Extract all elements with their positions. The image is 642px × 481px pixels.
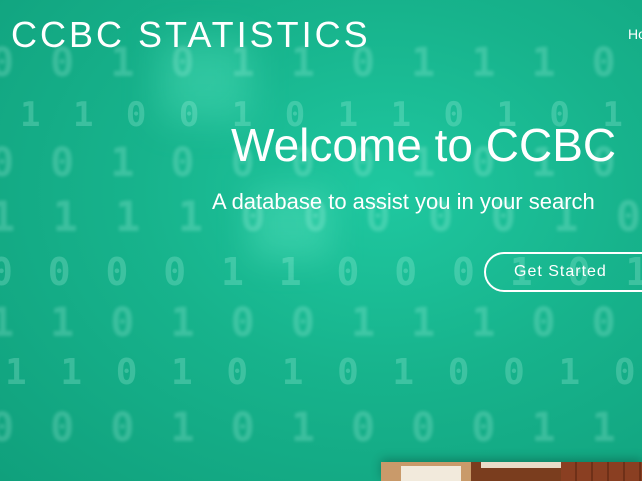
hero-section: 0 0 1 0 1 1 0 1 1 1 0 0 1 1 0 0 1 1 0 0 … <box>0 0 642 481</box>
hero-subtitle: A database to assist you in your search <box>212 189 595 214</box>
nav-item-home[interactable]: Ho <box>628 26 642 42</box>
photo-brick-wall <box>561 462 642 481</box>
photo-panel <box>401 466 461 481</box>
binary-row: 0 0 0 1 0 1 0 0 0 1 1 0 1 0 0 1 <box>0 405 642 451</box>
hero-title: Welcome to CCBC <box>231 119 617 171</box>
binary-background-pattern: 0 0 1 0 1 1 0 1 1 1 0 0 1 1 0 0 1 1 0 0 … <box>0 0 642 481</box>
binary-row: 1 1 0 1 0 0 1 1 1 0 0 0 1 0 0 1 <box>0 300 642 346</box>
get-started-button[interactable]: Get Started <box>484 252 642 292</box>
site-logo[interactable]: CCBC STATISTICS <box>11 14 371 56</box>
room-photo <box>381 462 642 481</box>
photo-light <box>481 462 561 468</box>
binary-row: 1 1 0 1 0 1 0 1 0 0 1 0 1 1 0 1 <box>5 352 642 393</box>
